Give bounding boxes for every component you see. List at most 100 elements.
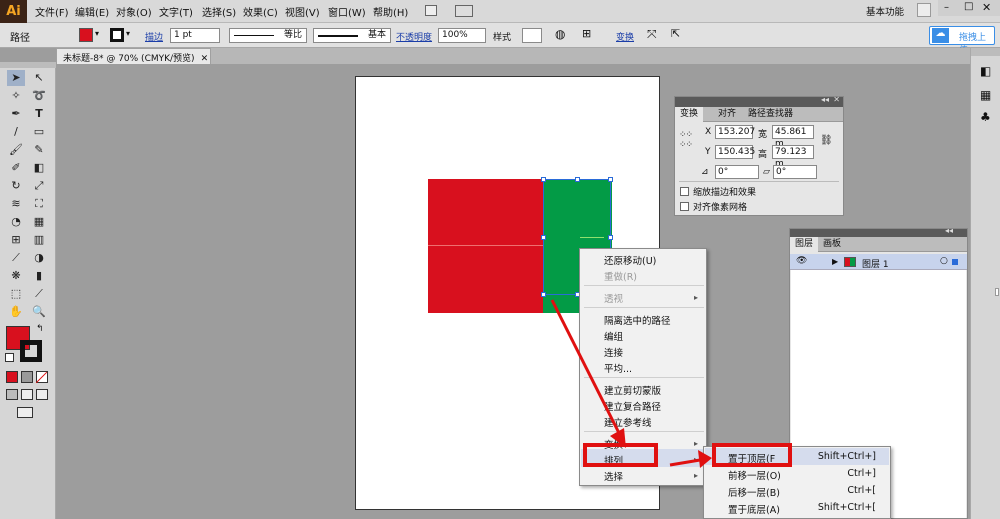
opacity-link[interactable]: 不透明度	[396, 30, 432, 43]
height-field[interactable]: 79.123 m	[772, 145, 814, 169]
artboard-tool-icon[interactable]: ⬚	[7, 286, 25, 302]
collapse-icon[interactable]: ◂◂	[821, 95, 829, 104]
menu-effect[interactable]: 效果(C)	[243, 4, 278, 19]
minimize-icon[interactable]: –	[944, 2, 949, 13]
graphic-style-swatch[interactable]	[522, 28, 542, 43]
none-mode-icon[interactable]	[35, 371, 48, 384]
stroke-weight-field[interactable]: 1 pt	[170, 28, 220, 43]
maximize-icon[interactable]: □	[964, 1, 973, 12]
default-colors-icon[interactable]	[5, 353, 14, 362]
swatches-panel-icon[interactable]: ▦	[980, 88, 991, 102]
fill-swatch[interactable]	[79, 28, 93, 42]
reference-point-icon[interactable]: ⁘⁘ ⁘⁘	[679, 130, 693, 150]
eraser-tool-icon[interactable]: ◧	[30, 160, 48, 176]
stroke-link[interactable]: 描边	[145, 30, 163, 43]
stroke-swatch[interactable]	[110, 28, 124, 42]
bridge-icon[interactable]	[425, 5, 437, 16]
pen-tool-icon[interactable]: ✒	[7, 106, 25, 122]
symbols-panel-icon[interactable]: ♣	[980, 110, 991, 124]
target-icon[interactable]: ○	[940, 256, 948, 266]
screen-mode-icon[interactable]	[17, 407, 33, 418]
paintbrush-tool-icon[interactable]: 🖌	[7, 142, 25, 158]
resize-handle[interactable]	[608, 235, 613, 240]
collapse-icon[interactable]: ◂◂	[945, 226, 953, 235]
draw-normal-icon[interactable]	[6, 389, 18, 400]
menu-type[interactable]: 文字(T)	[159, 4, 193, 19]
y-field[interactable]: 150.435	[715, 145, 755, 159]
slice-tool-icon[interactable]: ⟋	[30, 286, 48, 302]
symbol-sprayer-tool-icon[interactable]: ❋	[7, 268, 25, 284]
tab-layers[interactable]: 图层	[790, 237, 819, 252]
align-icon[interactable]: ⊞	[582, 27, 591, 40]
width-tool-icon[interactable]: ≋	[7, 196, 25, 212]
swap-colors-icon[interactable]: ↰	[36, 324, 44, 334]
gradient-mode-icon[interactable]	[21, 371, 33, 383]
menu-select[interactable]: 选择(S)	[202, 4, 236, 19]
menu-item-send-to-back[interactable]: 置于底层(A)	[728, 502, 780, 516]
rotate-tool-icon[interactable]: ↻	[7, 178, 25, 194]
rectangle-tool-icon[interactable]: ▭	[30, 124, 48, 140]
tab-align[interactable]: 对齐	[713, 107, 741, 122]
chevron-down-icon[interactable]: ▾	[95, 29, 99, 38]
scale-tool-icon[interactable]: ⤢	[30, 178, 48, 194]
lasso-tool-icon[interactable]: ➰	[30, 88, 48, 104]
stroke-color-swatch[interactable]	[20, 340, 42, 362]
direct-selection-tool-icon[interactable]: ↖	[30, 70, 48, 86]
layer-row[interactable]: 👁 ▶ 图层 1 ○	[790, 254, 967, 270]
expand-triangle-icon[interactable]: ▶	[832, 257, 838, 266]
scale-strokes-checkbox[interactable]	[680, 187, 689, 196]
menu-item-send-backward[interactable]: 后移一层(B)	[728, 485, 780, 499]
panel-title-bar[interactable]: ◂◂ ✕	[675, 95, 843, 107]
menu-item-redo[interactable]: 重做(R)	[604, 269, 637, 283]
workspace-switcher[interactable]: 基本功能	[866, 4, 904, 18]
line-tool-icon[interactable]: /	[7, 124, 25, 140]
zoom-tool-icon[interactable]: 🔍	[30, 304, 48, 320]
close-icon[interactable]: ✕	[982, 1, 991, 14]
menu-edit[interactable]: 编辑(E)	[75, 4, 109, 19]
arrange-docs-icon[interactable]	[455, 5, 473, 17]
tab-transform[interactable]: 变换	[675, 107, 704, 122]
resize-handle[interactable]	[608, 177, 613, 182]
isolate-icon[interactable]: ⇱	[671, 27, 680, 40]
column-graph-tool-icon[interactable]: ▮	[30, 268, 48, 284]
resize-handle[interactable]	[541, 235, 546, 240]
visibility-eye-icon[interactable]: 👁	[796, 256, 807, 266]
link-proportions-icon[interactable]: ⛓	[820, 135, 833, 146]
eyedropper-tool-icon[interactable]: ⟋	[7, 250, 25, 266]
width-field[interactable]: 45.861 m	[772, 125, 814, 149]
menu-item-undo-move[interactable]: 还原移动(U)	[604, 253, 656, 267]
menu-help[interactable]: 帮助(H)	[373, 4, 408, 19]
shape-builder-tool-icon[interactable]: ◔	[7, 214, 25, 230]
opacity-field[interactable]: 100%	[438, 28, 486, 43]
pencil-tool-icon[interactable]: ✎	[30, 142, 48, 158]
pixel-grid-checkbox[interactable]	[680, 202, 689, 211]
tab-artboards[interactable]: 画板	[818, 237, 846, 252]
shear-field[interactable]: 0°	[773, 165, 817, 179]
magic-wand-tool-icon[interactable]: ✧	[7, 88, 25, 104]
draw-behind-icon[interactable]	[21, 389, 33, 400]
menu-window[interactable]: 窗口(W)	[328, 4, 366, 19]
resize-handle[interactable]	[575, 177, 580, 182]
rotate-field[interactable]: 0°	[715, 165, 759, 179]
draw-inside-icon[interactable]	[36, 389, 48, 400]
menu-view[interactable]: 视图(V)	[285, 4, 320, 19]
menu-object[interactable]: 对象(O)	[116, 4, 152, 19]
brush-definition[interactable]: 基本	[313, 28, 391, 43]
type-tool-icon[interactable]: T	[30, 106, 48, 122]
document-tab[interactable]: 未标题-8* @ 70% (CMYK/预览) ✕	[56, 48, 211, 64]
recolor-icon[interactable]: ◍	[555, 27, 565, 41]
color-panel-icon[interactable]: ◧	[980, 64, 991, 78]
transform-each-icon[interactable]: ⤧	[647, 27, 657, 42]
chevron-down-icon[interactable]: ▾	[126, 29, 130, 38]
gradient-tool-icon[interactable]: ▥	[30, 232, 48, 248]
menu-file[interactable]: 文件(F)	[35, 4, 69, 19]
close-tab-icon[interactable]: ✕	[201, 54, 209, 64]
free-transform-tool-icon[interactable]: ⛶	[30, 196, 48, 212]
selection-indicator[interactable]	[952, 259, 958, 265]
close-panel-icon[interactable]: ✕	[833, 95, 840, 104]
search-icon[interactable]	[917, 3, 931, 17]
red-rectangle[interactable]	[428, 179, 544, 313]
transform-link[interactable]: 变换	[616, 30, 634, 43]
scrollbar-thumb[interactable]	[995, 288, 999, 296]
hand-tool-icon[interactable]: ✋	[7, 304, 25, 320]
